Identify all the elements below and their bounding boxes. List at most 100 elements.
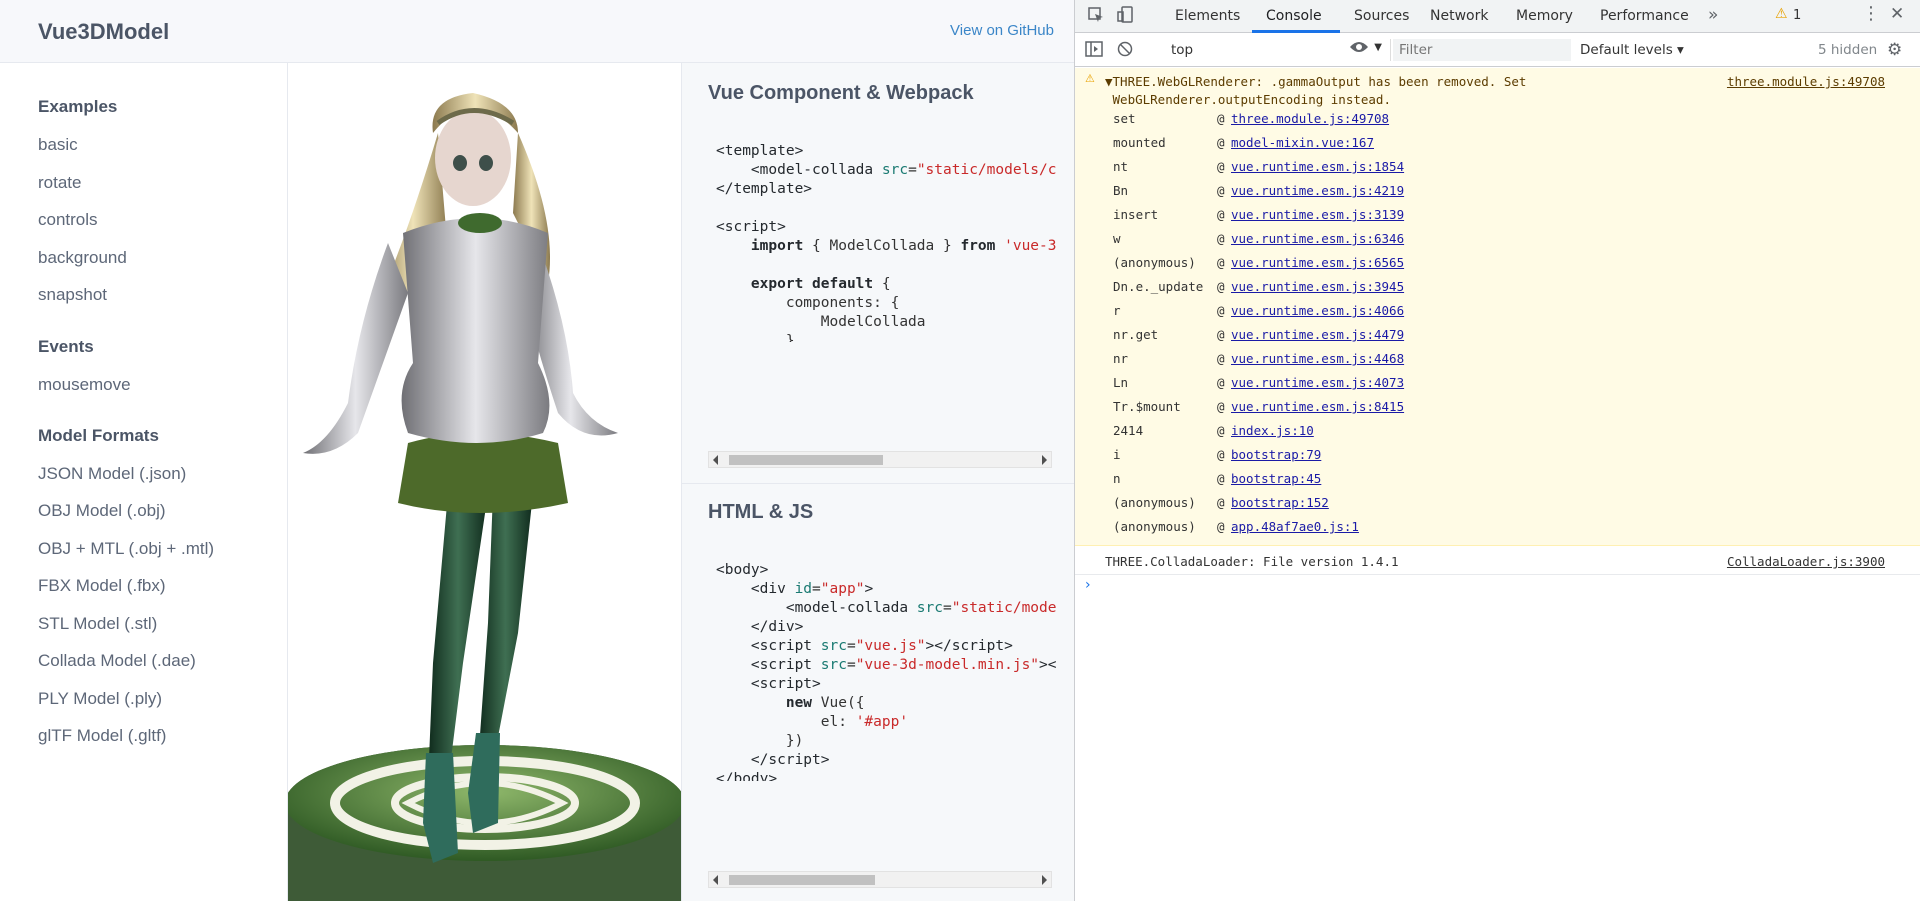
sidebar: Examples basic rotate controls backgroun… [0,63,288,901]
3d-character-model [288,93,681,901]
tab-performance[interactable]: Performance [1600,8,1689,24]
stack-frame-source-link[interactable]: model-mixin.vue:167 [1231,135,1374,150]
devtools-tab-bar: Elements Console Sources Network Memory … [1075,0,1920,33]
stack-frame-function: insert [1113,207,1159,222]
code-scrollbar-html-js[interactable] [708,871,1052,888]
sidebar-item-collada[interactable]: Collada Model (.dae) [38,651,196,671]
stack-frame-at-symbol: @ [1217,327,1225,342]
code-section-title-webpack: Vue Component & Webpack [708,82,974,104]
console-filter-input[interactable] [1393,39,1571,61]
code-block-webpack[interactable]: <template> <model-collada src="static/mo… [716,142,1056,342]
warning-source-link[interactable]: three.module.js:49708 [1727,74,1885,89]
stack-frame-function: nr [1113,351,1129,366]
scroll-left-arrow-icon[interactable] [713,455,718,465]
warning-icon: ⚠ [1085,72,1095,85]
scrollbar-thumb[interactable] [729,875,875,885]
stack-frame-source-link[interactable]: app.48af7ae0.js:1 [1231,519,1359,534]
more-tabs-icon[interactable]: » [1708,5,1718,25]
inspect-element-icon[interactable] [1087,6,1105,28]
tab-network[interactable]: Network [1430,8,1488,24]
stack-frame-source-link[interactable]: vue.runtime.esm.js:3139 [1231,207,1404,222]
hidden-messages-count: 5 hidden [1818,42,1878,58]
sidebar-item-json[interactable]: JSON Model (.json) [38,464,186,484]
site-header: Vue3DModel View on GitHub [0,0,1074,63]
sidebar-item-fbx[interactable]: FBX Model (.fbx) [38,576,166,596]
kebab-menu-icon[interactable]: ⋮ [1862,3,1880,24]
stack-frame-source-link[interactable]: vue.runtime.esm.js:8415 [1231,399,1404,414]
console-toolbar: top ▼ Default levels ▾ 5 hidden ⚙ [1075,34,1920,67]
stack-frame-source-link[interactable]: vue.runtime.esm.js:4219 [1231,183,1404,198]
stack-frame-source-link[interactable]: vue.runtime.esm.js:6565 [1231,255,1404,270]
sidebar-item-background[interactable]: background [38,248,127,268]
stack-frame-function: 2414 [1113,423,1144,438]
device-toolbar-icon[interactable] [1117,6,1135,28]
context-value: top [1171,42,1194,58]
code-section-divider [682,483,1074,484]
stack-frame-function: nt [1113,159,1129,174]
sidebar-toggle-icon[interactable] [1085,41,1103,61]
sidebar-item-rotate[interactable]: rotate [38,173,81,193]
stack-frame-source-link[interactable]: index.js:10 [1231,423,1314,438]
sidebar-item-mousemove[interactable]: mousemove [38,375,131,395]
console-prompt[interactable]: › [1085,577,1091,593]
github-link[interactable]: View on GitHub [950,22,1054,39]
stack-frame-at-symbol: @ [1217,303,1225,318]
site-brand[interactable]: Vue3DModel [38,19,169,45]
stack-frame-function: Bn [1113,183,1129,198]
close-icon[interactable]: ✕ [1890,4,1904,24]
console-output: ⚠ ▼THREE.WebGLRenderer: .gammaOutput has… [1075,68,1920,901]
sidebar-item-ply[interactable]: PLY Model (.ply) [38,689,162,709]
stack-frame-function: mounted [1113,135,1166,150]
stack-frame-source-link[interactable]: bootstrap:45 [1231,471,1321,486]
gear-icon[interactable]: ⚙ [1887,40,1902,60]
stack-frame-function: Dn.e._update [1113,279,1204,294]
sidebar-item-snapshot[interactable]: snapshot [38,285,107,305]
stack-frame-source-link[interactable]: vue.runtime.esm.js:4066 [1231,303,1404,318]
clear-console-icon[interactable] [1117,41,1133,61]
sidebar-item-controls[interactable]: controls [38,210,98,230]
stack-frame-source-link[interactable]: bootstrap:79 [1231,447,1321,462]
sidebar-item-obj[interactable]: OBJ Model (.obj) [38,501,166,521]
scroll-right-arrow-icon[interactable] [1042,455,1047,465]
info-source-link[interactable]: ColladaLoader.js:3900 [1727,554,1885,569]
console-warning-message: ⚠ ▼THREE.WebGLRenderer: .gammaOutput has… [1075,68,1920,546]
stack-frame-source-link[interactable]: vue.runtime.esm.js:4479 [1231,327,1404,342]
code-examples-panel: Vue Component & Webpack <template> <mode… [681,63,1074,901]
warning-text[interactable]: ▼THREE.WebGLRenderer: .gammaOutput has b… [1105,73,1705,109]
log-levels-dropdown[interactable]: Default levels ▾ [1580,42,1684,58]
console-info-message: THREE.ColladaLoader: File version 1.4.1 [1105,554,1399,569]
stack-frame-at-symbol: @ [1217,399,1225,414]
stack-frame-source-link[interactable]: vue.runtime.esm.js:6346 [1231,231,1404,246]
warning-count[interactable]: 1 [1793,8,1801,23]
stack-frame-function: (anonymous) [1113,519,1196,534]
stack-frame-at-symbol: @ [1217,135,1225,150]
code-scrollbar-webpack[interactable] [708,451,1052,468]
model-viewer-canvas[interactable] [288,63,681,901]
sidebar-item-stl[interactable]: STL Model (.stl) [38,614,157,634]
stack-frame-source-link[interactable]: vue.runtime.esm.js:4073 [1231,375,1404,390]
stack-frame-at-symbol: @ [1217,351,1225,366]
stack-frame-source-link[interactable]: vue.runtime.esm.js:3945 [1231,279,1404,294]
sidebar-item-gltf[interactable]: glTF Model (.gltf) [38,726,166,746]
stack-frame-at-symbol: @ [1217,255,1225,270]
stack-frame-source-link[interactable]: three.module.js:49708 [1231,111,1389,126]
tab-console[interactable]: Console [1266,8,1322,24]
code-block-html-js[interactable]: <body> <div id="app"> <model-collada src… [716,561,1056,781]
stack-frame-source-link[interactable]: vue.runtime.esm.js:1854 [1231,159,1404,174]
tab-sources[interactable]: Sources [1354,8,1409,24]
tab-elements[interactable]: Elements [1175,8,1240,24]
scrollbar-thumb[interactable] [729,455,883,465]
stack-frame-at-symbol: @ [1217,159,1225,174]
live-expression-eye-icon[interactable] [1349,39,1369,59]
tab-memory[interactable]: Memory [1516,8,1573,24]
sidebar-item-obj-mtl[interactable]: OBJ + MTL (.obj + .mtl) [38,539,214,559]
sidebar-item-basic[interactable]: basic [38,135,78,155]
stack-frame-source-link[interactable]: vue.runtime.esm.js:4468 [1231,351,1404,366]
warning-icon[interactable]: ⚠ [1775,6,1788,22]
stack-frame-function: Tr.$mount [1113,399,1181,414]
stack-frame-at-symbol: @ [1217,111,1225,126]
scroll-left-arrow-icon[interactable] [713,875,718,885]
scroll-right-arrow-icon[interactable] [1042,875,1047,885]
active-tab-indicator [1252,30,1340,33]
stack-frame-source-link[interactable]: bootstrap:152 [1231,495,1329,510]
